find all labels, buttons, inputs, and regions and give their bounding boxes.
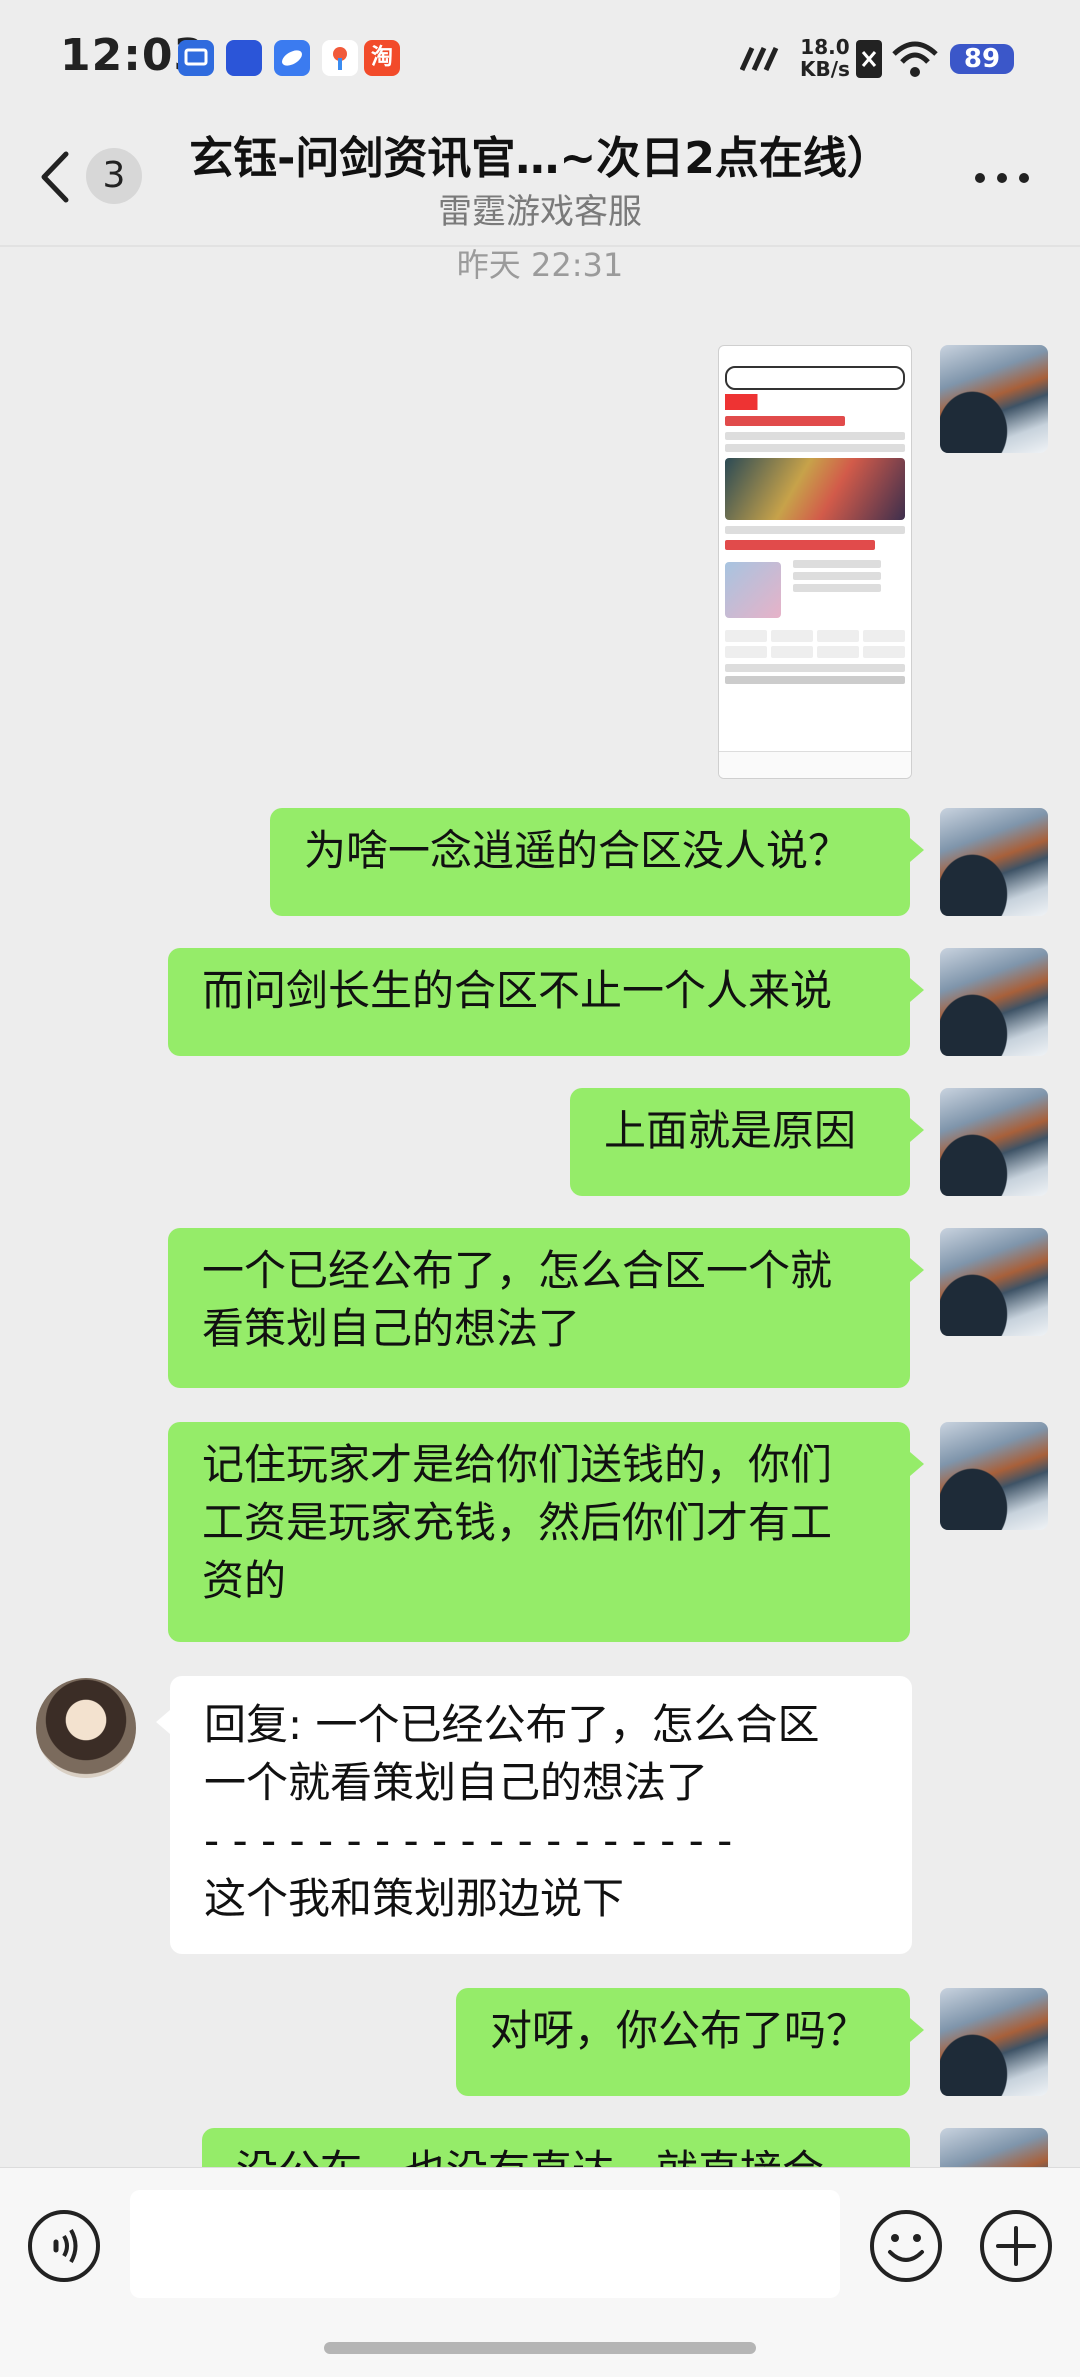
my-avatar[interactable] bbox=[940, 1988, 1048, 2096]
network-speed-value: 18.0 bbox=[800, 35, 850, 59]
agent-reply-bubble[interactable]: 回复: 一个已经公布了，怎么合区 一个就看策划自己的想法了 - - - - - … bbox=[170, 1676, 912, 1954]
quoted-reply-line: 回复: 一个已经公布了，怎么合区 bbox=[204, 1700, 820, 1749]
unread-count-badge[interactable]: 3 bbox=[86, 148, 142, 204]
my-message-bubble[interactable]: 一个已经公布了，怎么合区一个就 看策划自己的想法了 bbox=[168, 1228, 910, 1388]
message-text: 上面就是原因 bbox=[604, 1106, 857, 1155]
message-text: 对呀，你公布了吗？ bbox=[490, 2006, 869, 2055]
quoted-reply-line: 一个就看策划自己的想法了 bbox=[204, 1758, 709, 1807]
cloud-app-icon bbox=[274, 40, 310, 76]
battery-icon: 89 bbox=[950, 44, 1014, 74]
my-avatar[interactable] bbox=[940, 1422, 1048, 1530]
network-speed: 18.0 KB/s bbox=[800, 36, 850, 80]
add-attachment-icon[interactable] bbox=[978, 2208, 1054, 2284]
wifi-icon bbox=[892, 41, 938, 77]
message-text-line: 看策划自己的想法了 bbox=[202, 1304, 581, 1353]
my-message-bubble[interactable]: 而问剑长生的合区不止一个人来说 bbox=[168, 948, 910, 1056]
voice-input-icon[interactable] bbox=[26, 2208, 102, 2284]
chat-title: 玄钰-问剑资讯官…~次日2点在线） bbox=[189, 133, 891, 184]
more-options-icon[interactable] bbox=[972, 172, 1032, 184]
my-message-bubble[interactable]: 对呀，你公布了吗？ bbox=[456, 1988, 910, 2096]
thumb-headline-2 bbox=[725, 540, 875, 550]
my-message-bubble[interactable]: 为啥一念逍遥的合区没人说？ bbox=[270, 808, 910, 916]
vivo-app-icon bbox=[226, 40, 262, 76]
cast-icon bbox=[178, 40, 214, 76]
message-text-line: 资的 bbox=[202, 1556, 287, 1605]
back-arrow-icon[interactable] bbox=[40, 150, 70, 204]
thumb-grid bbox=[725, 630, 905, 658]
x-icon bbox=[856, 40, 882, 78]
thumb-search bbox=[725, 366, 905, 390]
thumb-banner bbox=[725, 458, 905, 520]
message-timestamp: 昨天 22:31 bbox=[456, 246, 624, 284]
emoji-icon[interactable] bbox=[868, 2208, 944, 2284]
maps-icon bbox=[322, 40, 358, 76]
chat-subtitle: 雷霆游戏客服 bbox=[438, 192, 642, 232]
taobao-icon: 淘 bbox=[364, 40, 400, 76]
thumb-nav bbox=[719, 751, 911, 778]
thumb-headline bbox=[725, 416, 845, 426]
my-avatar[interactable] bbox=[940, 808, 1048, 916]
network-speed-unit: KB/s bbox=[800, 57, 850, 81]
reply-divider: - - - - - - - - - - - - - - - - - - - bbox=[204, 1816, 733, 1865]
message-text: 而问剑长生的合区不止一个人来说 bbox=[202, 966, 833, 1015]
message-text-line: 一个已经公布了，怎么合区一个就 bbox=[202, 1246, 833, 1295]
image-message-thumbnail[interactable] bbox=[718, 345, 912, 779]
thumb-status bbox=[719, 346, 911, 364]
my-message-bubble[interactable]: 上面就是原因 bbox=[570, 1088, 910, 1196]
message-text: 为啥一念逍遥的合区没人说？ bbox=[304, 826, 851, 875]
message-text-line: 这个我和策划那边说下 bbox=[204, 1874, 625, 1923]
message-text-line: 工资是玩家充钱，然后你们才有工 bbox=[202, 1498, 833, 1547]
agent-avatar[interactable] bbox=[36, 1678, 136, 1778]
message-input[interactable] bbox=[130, 2190, 840, 2298]
my-avatar[interactable] bbox=[940, 1088, 1048, 1196]
my-avatar[interactable] bbox=[940, 1228, 1048, 1336]
thumb-tabs bbox=[725, 394, 905, 410]
my-message-bubble[interactable]: 记住玩家才是给你们送钱的，你们 工资是玩家充钱，然后你们才有工 资的 bbox=[168, 1422, 910, 1642]
home-indicator[interactable] bbox=[324, 2342, 756, 2354]
signal-icon bbox=[740, 46, 779, 72]
my-avatar[interactable] bbox=[940, 948, 1048, 1056]
message-text-line: 记住玩家才是给你们送钱的，你们 bbox=[202, 1440, 833, 1489]
my-avatar[interactable] bbox=[940, 345, 1048, 453]
